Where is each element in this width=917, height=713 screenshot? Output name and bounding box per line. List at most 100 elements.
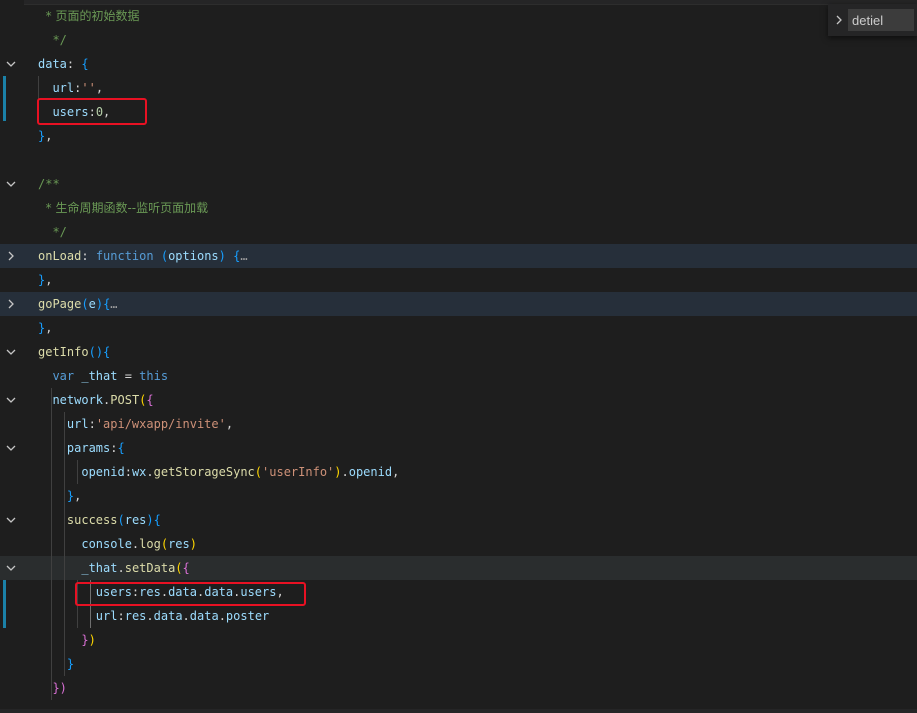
code-text: * 页面的初始数据	[38, 4, 140, 28]
code-token: ,	[45, 273, 53, 287]
code-line[interactable]: var _that = this	[0, 364, 917, 388]
code-token: ''	[81, 81, 96, 95]
code-token: :	[124, 465, 132, 479]
code-line[interactable]: onLoad: function (options) {…	[0, 244, 917, 268]
code-token: )	[88, 633, 96, 647]
code-token: {	[81, 57, 89, 71]
code-token: .	[341, 465, 349, 479]
code-line[interactable]: url:'api/wxapp/invite',	[0, 412, 917, 436]
code-text: */	[38, 220, 67, 244]
code-line[interactable]: },	[0, 484, 917, 508]
fold-chevron-right-icon[interactable]	[4, 292, 18, 316]
code-line[interactable]: */	[0, 220, 917, 244]
code-token: )	[146, 513, 154, 527]
code-line[interactable]: _that.setData({	[0, 556, 917, 580]
code-text: },	[38, 484, 81, 508]
code-text: * 生命周期函数--监听页面加载	[38, 196, 208, 220]
code-text: })	[38, 628, 96, 652]
code-line[interactable]: getInfo(){	[0, 340, 917, 364]
fold-chevron-down-icon[interactable]	[4, 436, 18, 460]
code-line[interactable]: */	[0, 28, 917, 52]
code-text: data: {	[38, 52, 89, 76]
code-line[interactable]: },	[0, 316, 917, 340]
find-input[interactable]	[848, 9, 914, 31]
code-token: (	[254, 465, 263, 479]
code-text: onLoad: function (options) {…	[38, 244, 248, 268]
code-line[interactable]: success(res){	[0, 508, 917, 532]
code-line[interactable]: data: {	[0, 52, 917, 76]
code-text: }	[38, 652, 74, 676]
code-token: POST	[110, 393, 140, 407]
code-token: */	[38, 225, 67, 239]
code-token: (	[160, 249, 169, 263]
code-token: url	[38, 81, 75, 95]
code-token: this	[139, 369, 169, 383]
code-line[interactable]: * 页面的初始数据	[0, 4, 917, 28]
fold-chevron-down-icon[interactable]	[4, 556, 18, 580]
code-line[interactable]: })	[0, 628, 917, 652]
code-text: },	[38, 124, 52, 148]
code-text: console.log(res)	[38, 532, 197, 556]
find-widget	[828, 4, 917, 36]
code-token: })	[38, 681, 67, 695]
code-token: {	[117, 441, 125, 455]
code-token: res	[124, 513, 147, 527]
code-line[interactable]: })	[0, 676, 917, 700]
code-token: .	[146, 609, 154, 623]
code-token: log	[139, 537, 161, 551]
fold-chevron-down-icon[interactable]	[4, 508, 18, 532]
code-token: var	[38, 369, 75, 383]
code-token: 'userInfo'	[262, 465, 335, 479]
code-line[interactable]: url:res.data.data.poster	[0, 604, 917, 628]
code-token: /**	[38, 177, 60, 191]
modified-line-indicator	[3, 76, 6, 121]
code-token: :	[66, 57, 82, 71]
code-token: function	[95, 249, 154, 263]
code-text: url:'',	[38, 76, 103, 100]
fold-chevron-down-icon[interactable]	[4, 52, 18, 76]
code-text: },	[38, 316, 52, 340]
code-token: :	[81, 249, 96, 263]
code-line[interactable]: network.POST({	[0, 388, 917, 412]
code-text: goPage(e){…	[38, 292, 118, 316]
fold-chevron-down-icon[interactable]	[4, 340, 18, 364]
code-token: )	[189, 537, 197, 551]
code-line[interactable]	[0, 148, 917, 172]
code-token: options	[168, 249, 219, 263]
code-line[interactable]: console.log(res)	[0, 532, 917, 556]
code-token: )	[95, 297, 104, 311]
code-token: )	[334, 465, 342, 479]
code-line[interactable]: /**	[0, 172, 917, 196]
code-token: (	[117, 513, 125, 527]
code-token: .	[182, 609, 190, 623]
code-line[interactable]: },	[0, 268, 917, 292]
code-line[interactable]: params:{	[0, 436, 917, 460]
code-line[interactable]: goPage(e){…	[0, 292, 917, 316]
indent-guide	[51, 388, 52, 700]
code-token: (	[88, 345, 96, 359]
code-text: getInfo(){	[38, 340, 110, 364]
code-text: url:res.data.data.poster	[38, 604, 269, 628]
code-line[interactable]: openid:wx.getStorageSync('userInfo').ope…	[0, 460, 917, 484]
code-token: * 页面的初始数据	[38, 9, 140, 23]
code-text: },	[38, 268, 52, 292]
code-text: _that.setData({	[38, 556, 189, 580]
code-token: .	[146, 465, 154, 479]
code-token: :	[88, 417, 96, 431]
code-token: res	[168, 537, 190, 551]
code-line[interactable]: * 生命周期函数--监听页面加载	[0, 196, 917, 220]
code-line[interactable]: },	[0, 124, 917, 148]
code-token: =	[124, 369, 140, 383]
code-text: success(res){	[38, 508, 161, 532]
code-token: openid	[348, 465, 393, 479]
code-editor[interactable]: * 页面的初始数据 */data: { url:'', users:0,},/*…	[0, 0, 917, 713]
code-line[interactable]: url:'',	[0, 76, 917, 100]
code-text: openid:wx.getStorageSync('userInfo').ope…	[38, 460, 399, 484]
code-line[interactable]: }	[0, 652, 917, 676]
code-token: (	[160, 537, 169, 551]
fold-chevron-right-icon[interactable]	[4, 244, 18, 268]
fold-chevron-down-icon[interactable]	[4, 388, 18, 412]
chevron-right-icon[interactable]	[832, 12, 846, 28]
fold-chevron-down-icon[interactable]	[4, 172, 18, 196]
